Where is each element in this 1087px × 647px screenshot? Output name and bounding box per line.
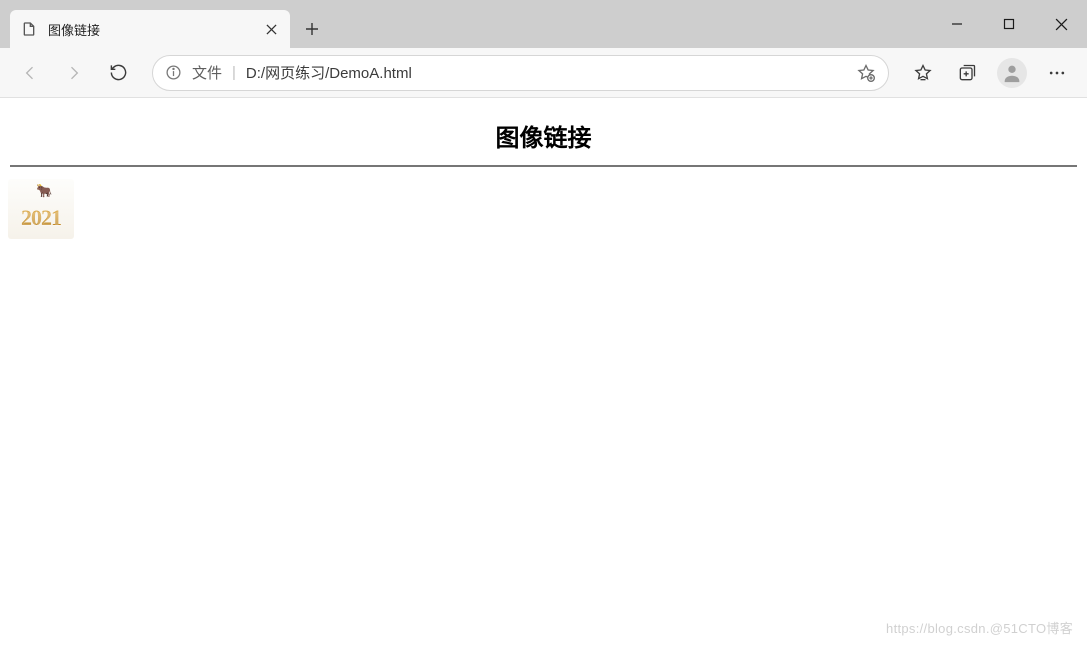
image-year-text: 2021 (8, 205, 74, 231)
ox-icon: 🐂 (36, 183, 52, 199)
close-window-button[interactable] (1035, 0, 1087, 48)
refresh-button[interactable] (98, 55, 138, 91)
url-text: D:/网页练习/DemoA.html (246, 62, 846, 83)
more-menu-button[interactable] (1037, 55, 1077, 91)
horizontal-rule (10, 165, 1077, 167)
add-favorite-button[interactable] (856, 63, 876, 83)
minimize-button[interactable] (931, 0, 983, 48)
profile-avatar[interactable] (997, 58, 1027, 88)
browser-tab[interactable]: 图像链接 (10, 10, 290, 48)
page-content: 图像链接 🐂 2021 (0, 98, 1087, 244)
title-bar: 图像链接 (0, 0, 1087, 48)
maximize-button[interactable] (983, 0, 1035, 48)
image-link[interactable]: 🐂 2021 (8, 179, 74, 239)
info-icon[interactable] (165, 64, 182, 81)
collections-button[interactable] (947, 55, 987, 91)
address-divider: | (232, 64, 236, 81)
page-title: 图像链接 (0, 118, 1087, 153)
file-icon (20, 20, 38, 38)
watermark-text: https://blog.csdn.@51CTO博客 (886, 618, 1073, 637)
forward-button[interactable] (54, 55, 94, 91)
address-bar[interactable]: 文件 | D:/网页练习/DemoA.html (152, 55, 889, 91)
new-tab-button[interactable] (296, 13, 328, 45)
back-button[interactable] (10, 55, 50, 91)
favorites-button[interactable] (903, 55, 943, 91)
window-controls (931, 0, 1087, 48)
close-tab-button[interactable] (262, 20, 280, 38)
url-scheme-label: 文件 (192, 62, 222, 83)
linked-image: 🐂 2021 (8, 179, 74, 239)
tab-title: 图像链接 (48, 20, 252, 39)
toolbar: 文件 | D:/网页练习/DemoA.html (0, 48, 1087, 98)
